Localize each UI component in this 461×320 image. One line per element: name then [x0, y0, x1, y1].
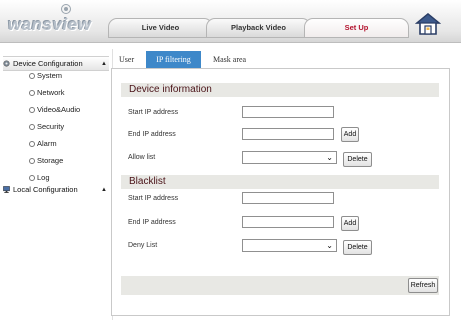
bullet-icon — [29, 90, 35, 96]
allow-delete-button[interactable]: Delete — [343, 152, 372, 167]
sidebar-item-label: System — [37, 71, 63, 80]
bullet-icon — [29, 175, 35, 181]
allow-end-ip-input[interactable] — [242, 128, 334, 140]
deny-add-button[interactable]: Add — [341, 216, 359, 231]
deny-list-label: Deny List — [128, 242, 158, 249]
sidebar-item-label: Security — [37, 122, 65, 131]
ip-filtering-panel: Device information Start IP address End … — [111, 68, 450, 316]
tab-live-video[interactable]: Live Video — [108, 18, 213, 38]
sidebar-group-local-configuration[interactable]: Local Configuration ▲ — [3, 183, 109, 196]
deny-end-ip-input[interactable] — [242, 216, 334, 228]
tab-mask-area[interactable]: Mask area — [213, 51, 246, 69]
refresh-button[interactable]: Refresh — [408, 278, 438, 293]
deny-start-ip-input[interactable] — [242, 192, 334, 204]
tab-user[interactable]: User — [119, 51, 134, 69]
bullet-icon — [29, 124, 35, 130]
bullet-icon — [29, 158, 35, 164]
allow-start-ip-input[interactable] — [242, 106, 334, 118]
sidebar-item-network[interactable]: Network — [0, 85, 110, 100]
home-icon — [414, 12, 442, 35]
tab-ip-filtering[interactable]: IP filtering — [146, 51, 201, 69]
home-button[interactable] — [414, 12, 442, 36]
sidebar-group-label: Local Configuration — [13, 185, 78, 194]
chevron-down-icon: ⌄ — [326, 241, 333, 250]
sidebar-item-security[interactable]: Security — [0, 119, 110, 134]
start-ip-label: Start IP address — [128, 195, 179, 202]
tab-set-up[interactable]: Set Up — [304, 18, 409, 38]
end-ip-label: End IP address — [128, 219, 176, 226]
start-ip-label: Start IP address — [128, 109, 179, 116]
monitor-icon — [3, 186, 10, 193]
sidebar-item-label: Video&Audio — [37, 105, 81, 114]
bullet-icon — [29, 73, 35, 79]
sidebar-item-label: Alarm — [37, 139, 57, 148]
section-title: Blacklist — [129, 176, 166, 187]
allow-add-button[interactable]: Add — [341, 127, 359, 142]
section-device-information: Device information — [121, 83, 439, 97]
brand-logo: wansview — [8, 15, 92, 34]
collapse-caret-icon[interactable]: ▲ — [101, 184, 107, 197]
sidebar-item-video-audio[interactable]: Video&Audio — [0, 102, 110, 117]
section-blacklist: Blacklist — [121, 175, 439, 189]
logo-mark-icon — [61, 4, 71, 14]
gear-icon — [3, 60, 10, 67]
section-title: Device information — [129, 84, 212, 95]
end-ip-label: End IP address — [128, 131, 176, 138]
deny-delete-button[interactable]: Delete — [343, 240, 372, 255]
bullet-icon — [29, 107, 35, 113]
sidebar: Device Configuration ▲ System Network Vi… — [0, 52, 111, 320]
sidebar-item-label: Storage — [37, 156, 64, 165]
allow-list-select[interactable]: ⌄ — [242, 151, 337, 164]
action-bar: Refresh — [121, 276, 439, 295]
deny-list-select[interactable]: ⌄ — [242, 239, 337, 252]
top-header: wansview Live Video Playback Video Set U… — [0, 0, 461, 43]
bullet-icon — [29, 141, 35, 147]
sidebar-item-storage[interactable]: Storage — [0, 153, 110, 168]
sidebar-item-alarm[interactable]: Alarm — [0, 136, 110, 151]
tab-playback-video[interactable]: Playback Video — [206, 18, 311, 38]
chevron-down-icon: ⌄ — [326, 153, 333, 162]
sidebar-item-label: Network — [37, 88, 65, 97]
allow-list-label: Allow list — [128, 154, 156, 161]
sidebar-item-system[interactable]: System — [0, 68, 110, 83]
